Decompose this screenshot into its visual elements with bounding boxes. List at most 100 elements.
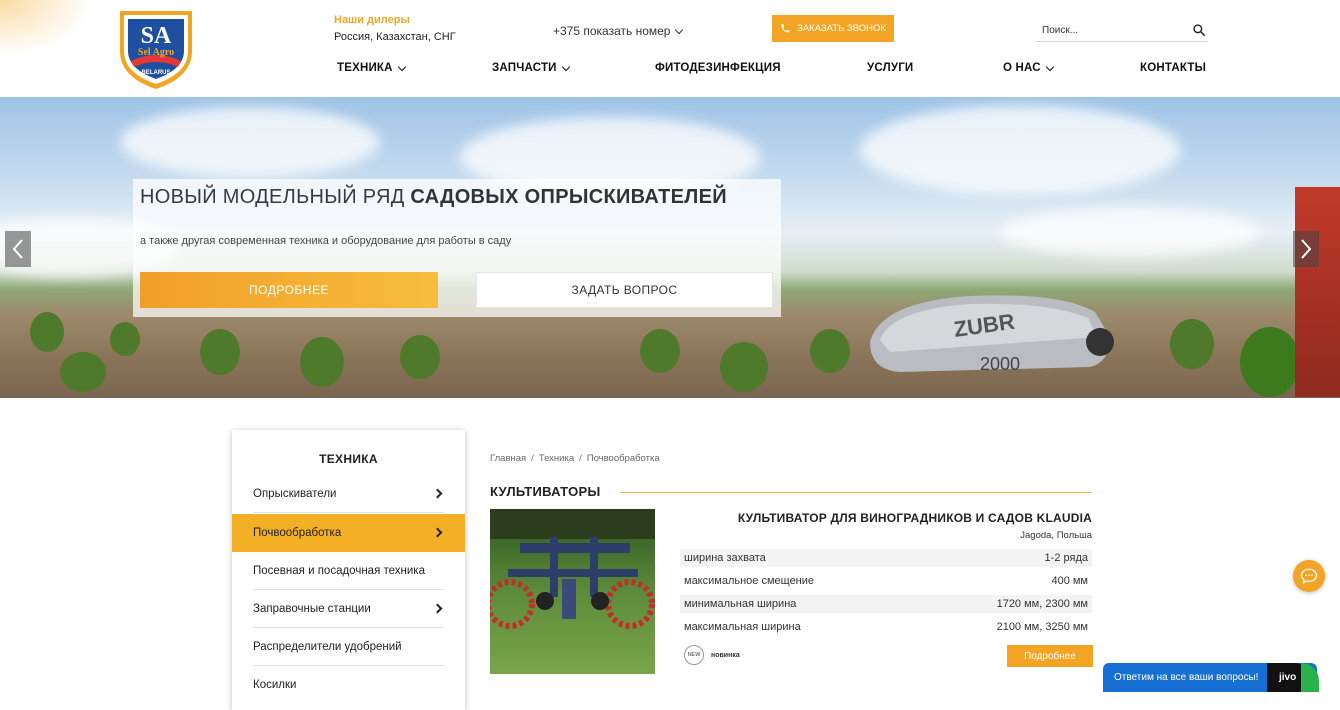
sun-decoration xyxy=(0,0,100,60)
hero-title: НОВЫЙ МОДЕЛЬНЫЙ РЯД САДОВЫХ ОПРЫСКИВАТЕЛ… xyxy=(140,186,727,209)
jivo-status-icon xyxy=(1301,663,1319,692)
tree-decoration xyxy=(300,337,344,387)
new-icon: NEW xyxy=(684,645,704,665)
site-header: SA Sel Agro BELARUS Наши дилеры Россия, … xyxy=(0,0,1340,97)
tree-decoration xyxy=(640,329,680,373)
jivo-logo: jivo xyxy=(1267,663,1319,692)
sidebar-item-pochvoobrabotka[interactable]: Почвообработка xyxy=(232,514,465,552)
chevron-right-icon xyxy=(432,488,443,499)
tree-decoration xyxy=(60,352,106,392)
spec-value: 1720 мм, 2300 мм xyxy=(996,598,1088,610)
breadcrumb-home[interactable]: Главная xyxy=(490,453,526,464)
svg-text:SA: SA xyxy=(141,23,172,49)
sidebar-item-raspredeliteli[interactable]: Распределители удобрений xyxy=(232,628,465,666)
hero-ask-button[interactable]: ЗАДАТЬ ВОПРОС xyxy=(476,272,773,308)
sidebar-item-label: Почвообработка xyxy=(253,527,342,539)
hero-subtitle: а также другая современная техника и обо… xyxy=(140,235,512,247)
search-box xyxy=(1036,20,1208,42)
tree-decoration xyxy=(810,329,850,373)
nav-item-uslugi[interactable]: УСЛУГИ xyxy=(867,62,913,74)
new-badge: NEW новинка xyxy=(684,645,740,665)
search-input[interactable] xyxy=(1036,20,1188,41)
slider-prev-button[interactable] xyxy=(5,231,31,267)
hero-slider: ZUBR 2000 НОВЫЙ МОДЕЛЬНЫЙ РЯД САДОВЫХ ОП… xyxy=(0,97,1340,398)
sidebar-item-label: Опрыскиватели xyxy=(253,488,337,500)
tree-decoration xyxy=(30,312,64,352)
chevron-right-icon xyxy=(1301,239,1312,259)
breadcrumb: Главная / Техника / Почвообработка xyxy=(490,453,660,464)
nav-label: УСЛУГИ xyxy=(867,62,914,74)
cloud-decoration xyxy=(1000,207,1260,257)
jivo-chat-bar[interactable]: Ответим на все ваши вопросы! jivo xyxy=(1103,663,1319,692)
sidebar-item-zapravochnye[interactable]: Заправочные станции xyxy=(232,590,465,628)
slider-next-button[interactable] xyxy=(1293,231,1319,267)
section-title: КУЛЬТИВАТОРЫ xyxy=(490,484,601,499)
phone-label: +375 показать номер xyxy=(553,24,671,38)
hero-title-light: НОВЫЙ МОДЕЛЬНЫЙ РЯД xyxy=(140,186,411,208)
nav-item-kontakty[interactable]: КОНТАКТЫ xyxy=(1140,62,1206,74)
product-more-button[interactable]: Подробнее xyxy=(1007,645,1093,667)
order-call-button[interactable]: ЗАКАЗАТЬ ЗВОНОК xyxy=(772,15,894,42)
breadcrumb-current: Почвообработка xyxy=(586,453,660,464)
tree-decoration xyxy=(200,329,240,375)
hero-title-bold: САДОВЫХ ОПРЫСКИВАТЕЛЕЙ xyxy=(410,186,727,208)
jivo-text: Ответим на все ваши вопросы! xyxy=(1114,672,1259,683)
nav-label: ЗАПЧАСТИ xyxy=(492,62,557,74)
main-nav: ТЕХНИКА ЗАПЧАСТИ ФИТОДЕЗИНФЕКЦИЯ УСЛУГИ … xyxy=(0,62,1340,78)
spec-value: 400 мм xyxy=(1051,575,1088,587)
nav-label: КОНТАКТЫ xyxy=(1140,62,1207,74)
chevron-down-icon xyxy=(397,62,406,71)
site-logo[interactable]: SA Sel Agro BELARUS xyxy=(114,5,198,91)
dealers-title[interactable]: Наши дилеры xyxy=(334,14,456,26)
spec-row: максимальная ширина 2100 мм, 3250 мм xyxy=(680,618,1092,636)
sidebar-item-label: Заправочные станции xyxy=(253,603,371,615)
nav-item-zapchasti[interactable]: ЗАПЧАСТИ xyxy=(492,62,570,74)
spec-row: ширина захвата 1-2 ряда xyxy=(680,549,1092,567)
sidebar-item-posevnaya[interactable]: Посевная и посадочная техника xyxy=(232,552,465,590)
chevron-right-icon xyxy=(432,527,443,538)
cloud-decoration xyxy=(120,107,380,177)
spec-name: максимальная ширина xyxy=(684,621,801,633)
svg-text:2000: 2000 xyxy=(980,354,1020,374)
product-title[interactable]: КУЛЬТИВАТОР ДЛЯ ВИНОГРАДНИКОВ И САДОВ KL… xyxy=(680,511,1092,525)
nav-label: О НАС xyxy=(1003,62,1041,74)
category-sidebar: ТЕХНИКА Опрыскиватели Почвообработка Пос… xyxy=(232,430,465,710)
sidebar-item-label: Посевная и посадочная техника xyxy=(253,565,425,577)
breadcrumb-separator: / xyxy=(531,453,534,464)
nav-label: ФИТОДЕЗИНФЕКЦИЯ xyxy=(655,62,781,74)
dealers-block[interactable]: Наши дилеры Россия, Казахстан, СНГ xyxy=(334,14,456,43)
spec-name: максимальное смещение xyxy=(684,575,815,587)
nav-label: ТЕХНИКА xyxy=(337,62,393,74)
order-call-label: ЗАКАЗАТЬ ЗВОНОК xyxy=(797,23,886,34)
nav-item-o-nas[interactable]: О НАС xyxy=(1003,62,1055,74)
jivo-brand: jivo xyxy=(1279,672,1297,683)
search-icon[interactable] xyxy=(1192,23,1206,37)
sidebar-title: ТЕХНИКА xyxy=(319,452,378,466)
chat-bubble-button[interactable] xyxy=(1293,560,1325,592)
tree-decoration xyxy=(720,342,768,392)
new-badge-label: новинка xyxy=(711,651,740,659)
divider xyxy=(253,512,444,513)
spec-row: минимальная ширина 1720 мм, 2300 мм xyxy=(680,595,1092,613)
cultivator-illustration xyxy=(490,509,655,629)
spec-value: 1-2 ряда xyxy=(1044,552,1088,564)
product-maker: Jagoda, Польша xyxy=(1020,530,1092,541)
breadcrumb-separator: / xyxy=(579,453,582,464)
nav-item-tehnika[interactable]: ТЕХНИКА xyxy=(337,62,406,74)
product-image[interactable] xyxy=(490,509,655,674)
spec-name: минимальная ширина xyxy=(684,598,797,610)
tree-decoration xyxy=(400,335,440,379)
chevron-down-icon xyxy=(561,62,570,71)
nav-item-fitodezinfekciya[interactable]: ФИТОДЕЗИНФЕКЦИЯ xyxy=(655,62,781,74)
spec-name: ширина захвата xyxy=(684,552,766,564)
breadcrumb-tehnika[interactable]: Техника xyxy=(539,453,574,464)
hero-card: НОВЫЙ МОДЕЛЬНЫЙ РЯД САДОВЫХ ОПРЫСКИВАТЕЛ… xyxy=(133,179,781,317)
sidebar-item-opryskivateli[interactable]: Опрыскиватели xyxy=(232,475,465,513)
spec-row: максимальное смещение 400 мм xyxy=(680,572,1092,590)
tractor-image xyxy=(1295,187,1340,397)
sidebar-item-kosilki[interactable]: Косилки xyxy=(232,666,465,704)
chevron-down-icon xyxy=(1045,62,1055,71)
sidebar-item-label: Косилки xyxy=(253,679,297,691)
show-phone-dropdown[interactable]: +375 показать номер xyxy=(553,24,684,38)
hero-more-button[interactable]: ПОДРОБНЕЕ xyxy=(140,272,438,308)
